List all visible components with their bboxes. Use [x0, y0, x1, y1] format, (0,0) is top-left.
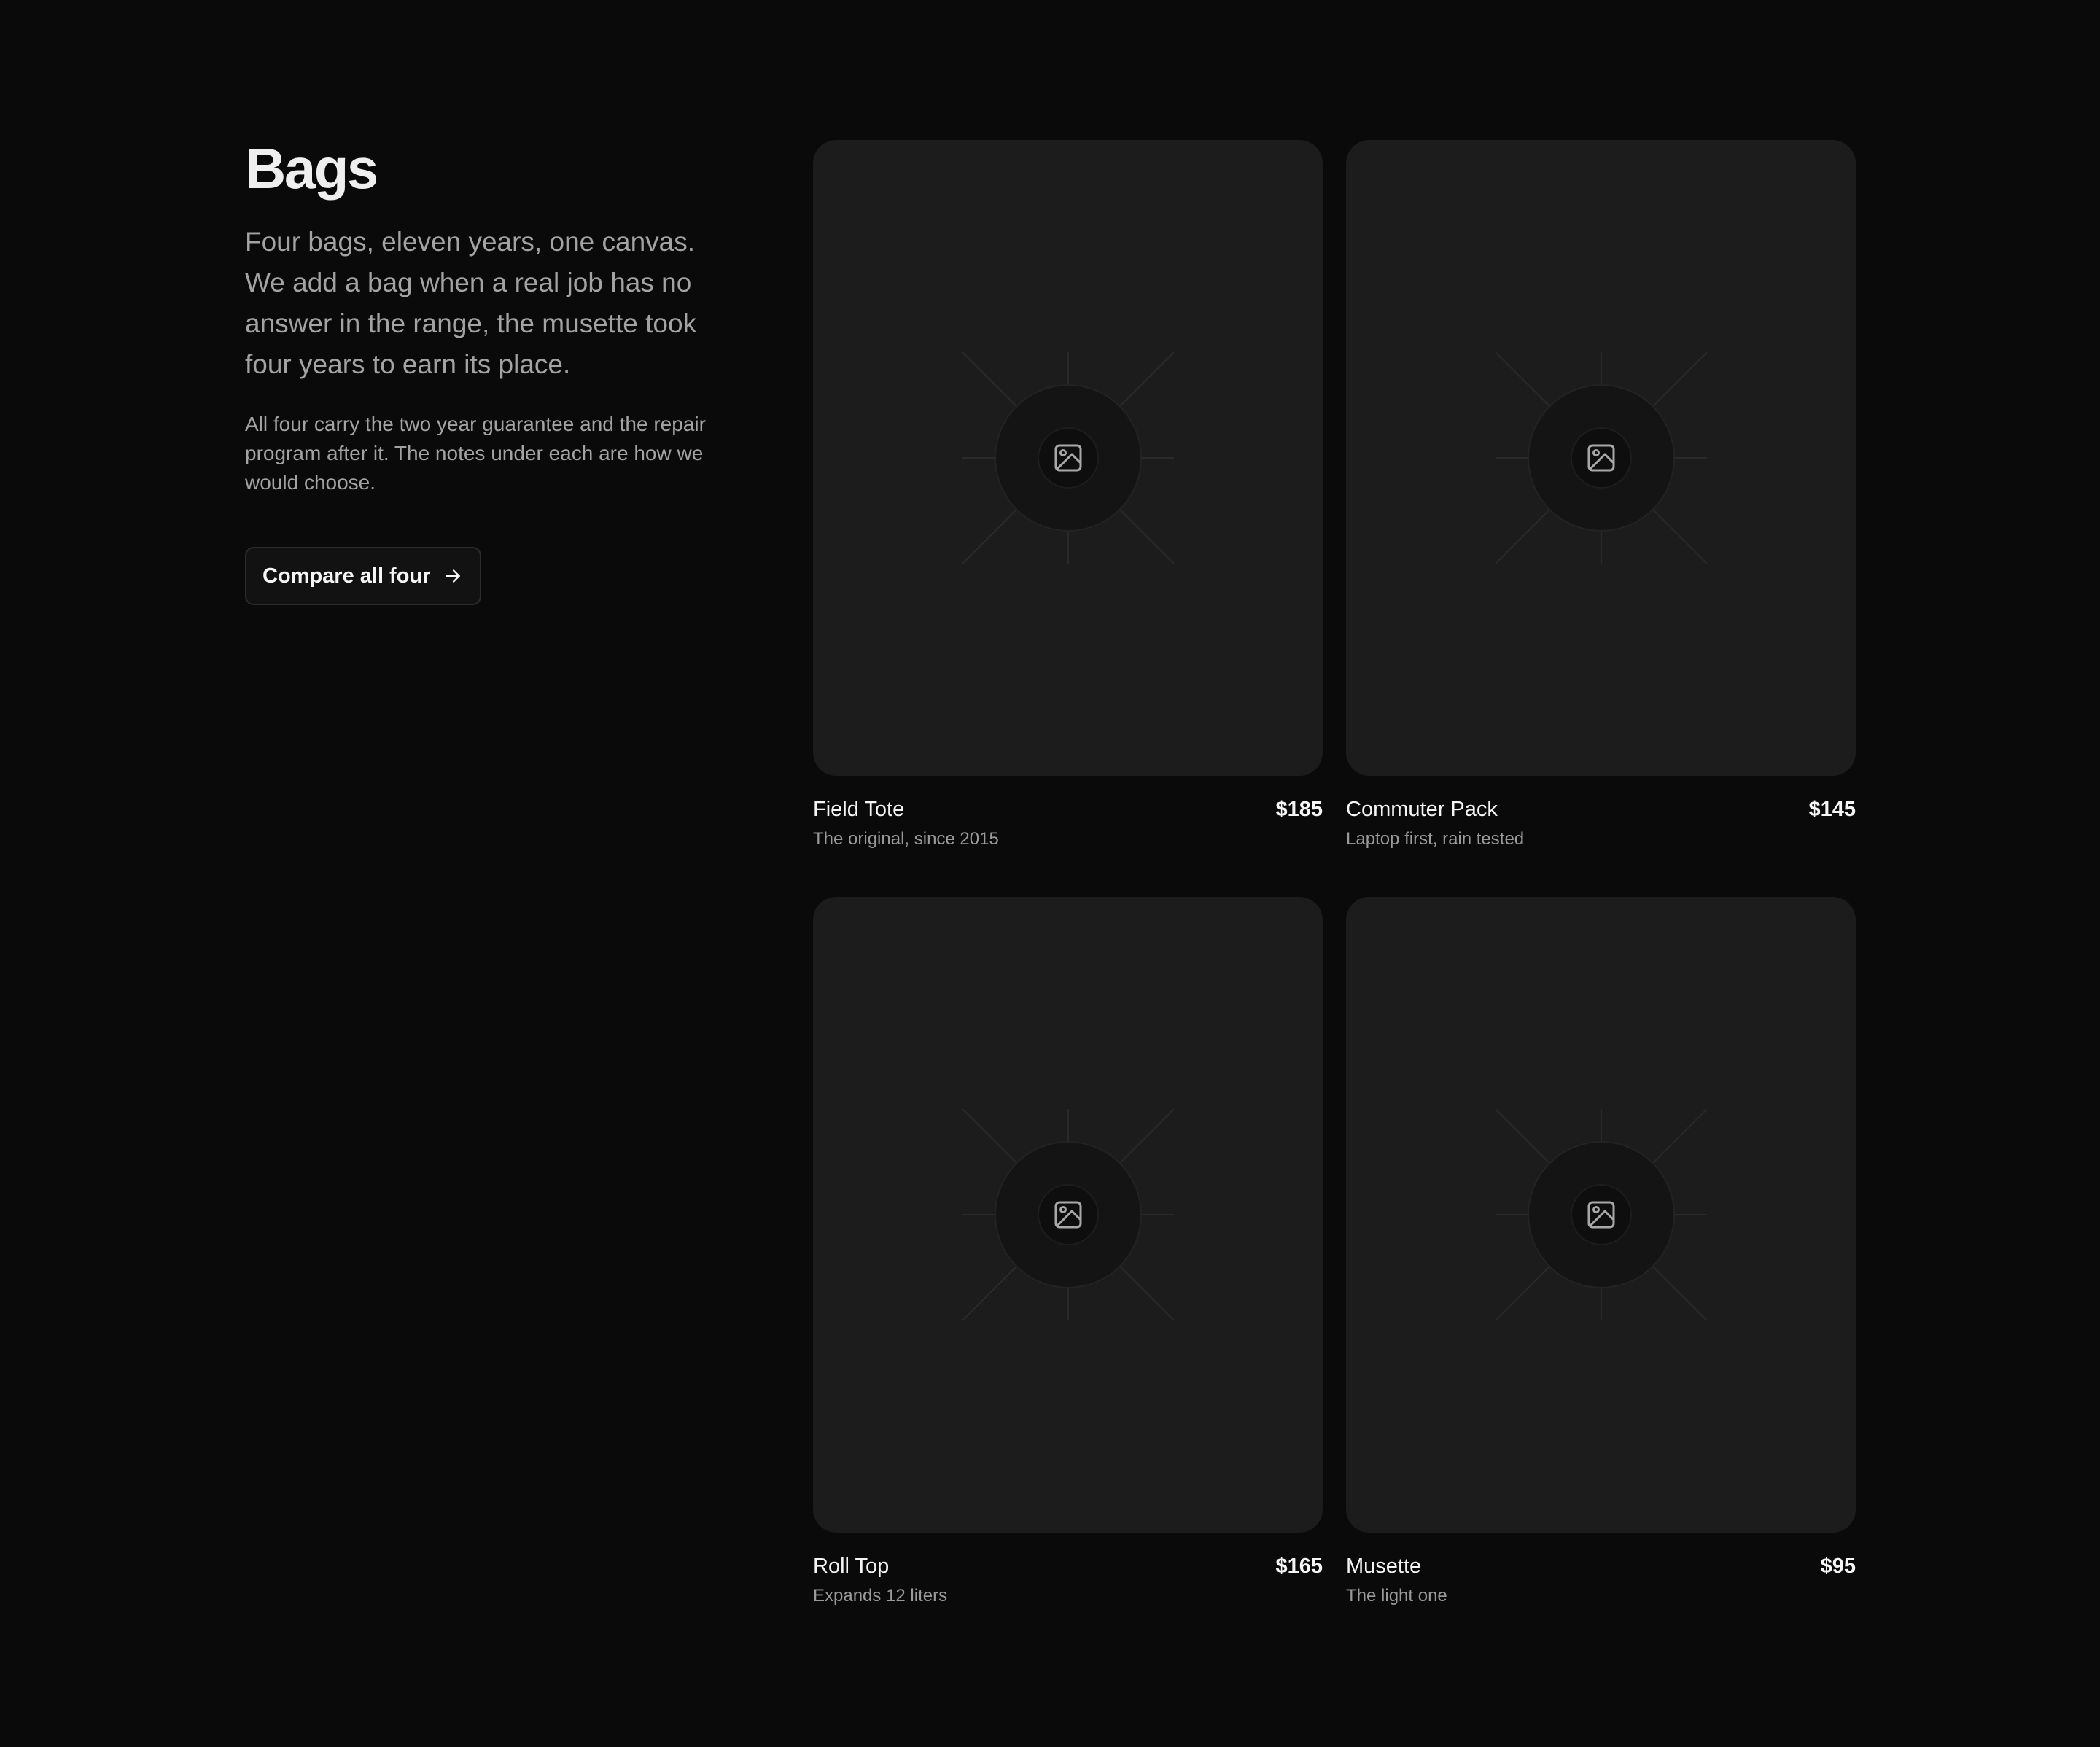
product-name[interactable]: Commuter Pack [1346, 796, 1498, 822]
product-price: $185 [1275, 798, 1323, 821]
page: Bags Four bags, eleven years, one canvas… [0, 0, 2100, 1747]
product-meta: Musette $95 The light one [1346, 1553, 1856, 1611]
compare-all-label: Compare all four [262, 564, 431, 588]
product-image[interactable] [1346, 140, 1856, 776]
product-price: $145 [1808, 798, 1856, 821]
product-card-roll-top[interactable]: Roll Top $165 Expands 12 liters [813, 897, 1323, 1611]
product-card-commuter-pack[interactable]: Commuter Pack $145 Laptop first, rain te… [1346, 140, 1856, 855]
intro-subtext: All four carry the two year guarantee an… [245, 413, 706, 494]
product-note: The original, since 2015 [813, 829, 999, 849]
compare-all-button[interactable]: Compare all four [245, 547, 482, 605]
image-placeholder-icon [1495, 352, 1707, 564]
product-image[interactable] [813, 140, 1323, 776]
product-card-musette[interactable]: Musette $95 The light one [1346, 897, 1856, 1611]
product-note: Laptop first, rain tested [1346, 829, 1525, 849]
image-placeholder-icon [1495, 1109, 1707, 1320]
product-name[interactable]: Field Tote [813, 796, 904, 822]
product-meta: Roll Top $165 Expands 12 liters [813, 1553, 1323, 1611]
product-price: $165 [1275, 1555, 1323, 1578]
product-image[interactable] [813, 897, 1323, 1533]
product-price: $95 [1820, 1555, 1856, 1578]
product-note: The light one [1346, 1586, 1447, 1606]
product-meta: Field Tote $185 The original, since 2015 [813, 796, 1323, 855]
image-placeholder-icon [962, 1109, 1174, 1320]
intro-lead: Four bags, eleven years, one canvas. We … [245, 227, 697, 379]
intro-section: Bags Four bags, eleven years, one canvas… [245, 136, 726, 605]
page-title: Bags [245, 136, 378, 201]
product-name[interactable]: Musette [1346, 1553, 1421, 1579]
product-name[interactable]: Roll Top [813, 1553, 889, 1579]
product-meta: Commuter Pack $145 Laptop first, rain te… [1346, 796, 1856, 855]
arrow-right-icon [443, 567, 462, 585]
product-note: Expands 12 liters [813, 1586, 948, 1606]
product-image[interactable] [1346, 897, 1856, 1533]
image-placeholder-icon [962, 352, 1174, 564]
product-card-field-tote[interactable]: Field Tote $185 The original, since 2015 [813, 140, 1323, 855]
